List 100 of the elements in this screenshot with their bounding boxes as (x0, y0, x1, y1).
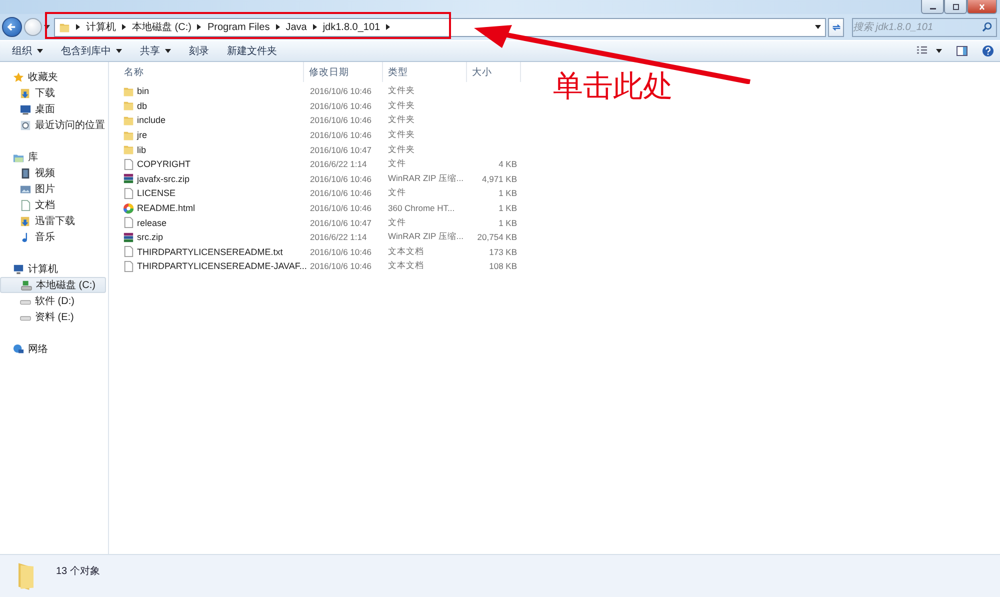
table-cell-text: 173 KB (488, 246, 518, 257)
file-name[interactable]: lib (137, 144, 146, 155)
star-icon (13, 72, 24, 82)
table-cell-text: WinRAR ZIP 压缩... (387, 231, 464, 244)
sidebar-item[interactable]: 网络 (0, 341, 106, 357)
table-cell-text: 2016/10/6 10:46 (309, 86, 372, 96)
file-name[interactable]: include (137, 115, 166, 126)
table-cell-text: 360 Chrome HT... (387, 203, 456, 214)
caret-icon[interactable] (815, 25, 821, 29)
minimize-button[interactable] (921, 0, 944, 14)
sidebar-item[interactable]: 软件 (D:) (0, 293, 106, 309)
table-cell-text: 文件夹 (387, 85, 416, 98)
table-cell-text: 文件 (387, 216, 407, 229)
file-name[interactable]: jre (137, 130, 148, 140)
toolbar-button[interactable]: 共享 (132, 43, 179, 59)
close-icon (977, 2, 987, 10)
file-name[interactable]: release (137, 218, 167, 228)
annotation-text: 单击此处 (553, 68, 673, 106)
close-button[interactable] (967, 0, 997, 14)
breadcrumb[interactable]: 本地磁盘 (C:) (132, 20, 192, 34)
folder-icon (123, 100, 134, 112)
chevron-icon[interactable] (122, 24, 126, 30)
table-cell-text: 108 KB (488, 261, 518, 272)
recent-places-icon (20, 120, 31, 130)
chevron-icon[interactable] (197, 24, 202, 30)
table-cell-text: 2016/10/6 10:46 (309, 246, 372, 257)
file-name[interactable]: COPYRIGHT (137, 159, 191, 170)
toolbar-button[interactable]: 刻录 (181, 43, 217, 59)
file-name[interactable]: THIRDPARTYLICENSEREADME-JAVAF... (137, 261, 307, 272)
table-cell-text: 文件 (387, 158, 407, 170)
toolbar-button[interactable]: 新建文件夹 (219, 43, 285, 59)
table-cell-text: 2016/10/6 10:46 (309, 261, 372, 272)
sidebar-item[interactable]: 本地磁盘 (C:) (0, 277, 106, 293)
breadcrumb[interactable]: 计算机 (86, 20, 116, 34)
breadcrumb[interactable]: Program Files (207, 22, 270, 32)
table-cell-text: 20,754 KB (476, 232, 518, 242)
table-cell-text: 1 KB (498, 203, 518, 214)
table-cell-text: 2016/10/6 10:46 (309, 115, 372, 126)
table-cell-text: 4 KB (498, 159, 518, 170)
chevron-icon[interactable] (276, 24, 280, 30)
history-caret-icon[interactable] (44, 25, 50, 29)
column-header[interactable]: 修改日期 (304, 62, 383, 82)
refresh-icon (830, 22, 842, 32)
network-icon (13, 344, 24, 354)
sidebar-item[interactable]: 下载 (0, 85, 106, 101)
table-cell-text: 文本文档 (387, 246, 425, 258)
table-cell-text: 1 KB (498, 188, 518, 198)
sidebar-item[interactable]: 音乐 (0, 229, 106, 245)
sidebar-item[interactable]: 最近访问的位置 (0, 117, 106, 133)
chevron-icon[interactable] (312, 24, 317, 30)
sidebar-item[interactable]: 桌面 (0, 101, 106, 117)
file-name[interactable]: bin (137, 86, 150, 96)
table-cell-text: 文本文档 (387, 260, 425, 272)
sidebar-item[interactable]: 计算机 (0, 261, 106, 277)
preview-pane-icon[interactable] (956, 45, 968, 57)
browser-icon (123, 202, 134, 214)
search-field[interactable]: 搜索 jdk1.8.0_101 (852, 18, 997, 36)
toolbar-button[interactable]: 包含到库中 (53, 43, 130, 59)
document-icon (123, 158, 134, 170)
folder-icon (123, 130, 134, 141)
column-header[interactable]: 类型 (383, 62, 467, 82)
table-cell-text: 2016/10/6 10:46 (309, 100, 372, 111)
table-cell-text: WinRAR ZIP 压缩... (387, 172, 464, 185)
sidebar-item[interactable]: 迅雷下载 (0, 213, 106, 229)
document-icon (123, 260, 134, 272)
sidebar-item[interactable]: 资料 (E:) (0, 309, 106, 325)
table-cell-text: 2016/10/6 10:47 (309, 144, 372, 155)
sidebar-item[interactable]: 文档 (0, 197, 106, 213)
folder-icon (59, 22, 70, 32)
help-icon[interactable] (982, 45, 994, 57)
sidebar-item[interactable]: 视频 (0, 165, 106, 181)
table-cell-text: 2016/10/6 10:46 (309, 130, 372, 140)
back-button[interactable] (2, 17, 22, 37)
address-bar[interactable]: 计算机 本地磁盘 (C:) Program Files Java jdk1.8.0_101 (54, 18, 826, 36)
maximize-button[interactable] (944, 0, 967, 14)
file-name[interactable]: db (137, 100, 148, 111)
caret-icon[interactable] (936, 49, 942, 53)
sidebar-item[interactable]: 库 (0, 149, 106, 165)
file-name[interactable]: README.html (137, 203, 196, 214)
breadcrumb[interactable]: jdk1.8.0_101 (322, 22, 380, 32)
column-header[interactable]: 大小 (467, 62, 521, 82)
sidebar-item[interactable]: 收藏夹 (0, 69, 106, 85)
file-name[interactable]: src.zip (137, 232, 164, 242)
file-name[interactable]: LICENSE (137, 188, 176, 198)
drive-icon (21, 280, 32, 290)
table-cell-text: 2016/6/22 1:14 (309, 232, 368, 242)
table-cell-text: 文件 (387, 187, 407, 200)
table-cell-text: 2016/10/6 10:47 (309, 218, 372, 228)
file-name[interactable]: THIRDPARTYLICENSEREADME.txt (137, 246, 283, 257)
file-name[interactable]: javafx-src.zip (137, 174, 190, 184)
column-header[interactable]: 名称 (123, 62, 304, 82)
toolbar-button[interactable]: 组织 (4, 43, 51, 59)
sidebar-item[interactable]: 图片 (0, 181, 106, 197)
folder-icon (123, 86, 134, 97)
download-folder-icon (20, 216, 31, 226)
archive-icon (123, 232, 134, 243)
chevron-icon[interactable] (76, 24, 80, 30)
chevron-icon[interactable] (386, 24, 390, 30)
breadcrumb[interactable]: Java (286, 22, 307, 32)
refresh-button[interactable] (828, 18, 844, 36)
